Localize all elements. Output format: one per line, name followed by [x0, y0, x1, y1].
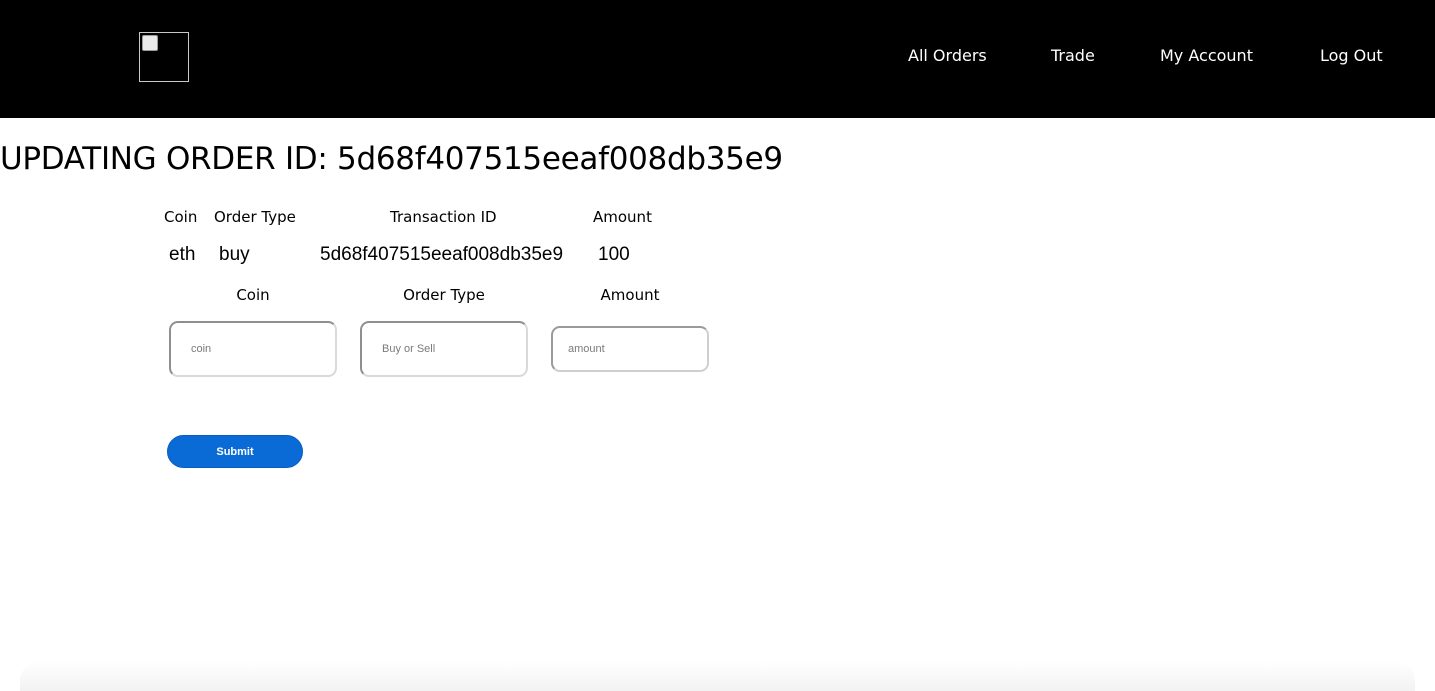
- amount-field-label: Amount: [600, 286, 660, 304]
- header-amount: Amount: [593, 208, 652, 226]
- amount-input[interactable]: [551, 326, 709, 372]
- logo-image[interactable]: [139, 32, 189, 82]
- nav-link-my-account[interactable]: My Account: [1160, 45, 1253, 67]
- broken-image-icon: [142, 35, 158, 51]
- header-transaction-id: Transaction ID: [390, 208, 497, 226]
- nav-link-trade[interactable]: Trade: [1051, 45, 1095, 67]
- coin-input[interactable]: [169, 321, 337, 377]
- page-title: UPDATING ORDER ID: 5d68f407515eeaf008db3…: [0, 141, 783, 177]
- bottom-panel-edge: [20, 661, 1415, 691]
- header-order-type: Order Type: [214, 208, 296, 226]
- value-coin: eth: [169, 244, 196, 265]
- top-navbar: All Orders Trade My Account Log Out: [0, 0, 1435, 118]
- header-coin: Coin: [164, 208, 198, 226]
- submit-button[interactable]: Submit: [167, 435, 303, 468]
- value-transaction-id: 5d68f407515eeaf008db35e9: [320, 244, 564, 265]
- coin-field-label: Coin: [236, 286, 270, 304]
- value-amount: 100: [598, 244, 630, 265]
- order-type-field-label: Order Type: [403, 286, 485, 304]
- value-order-type: buy: [219, 244, 250, 265]
- nav-link-log-out[interactable]: Log Out: [1320, 45, 1383, 67]
- nav-link-all-orders[interactable]: All Orders: [908, 45, 987, 67]
- order-type-input[interactable]: [360, 321, 528, 377]
